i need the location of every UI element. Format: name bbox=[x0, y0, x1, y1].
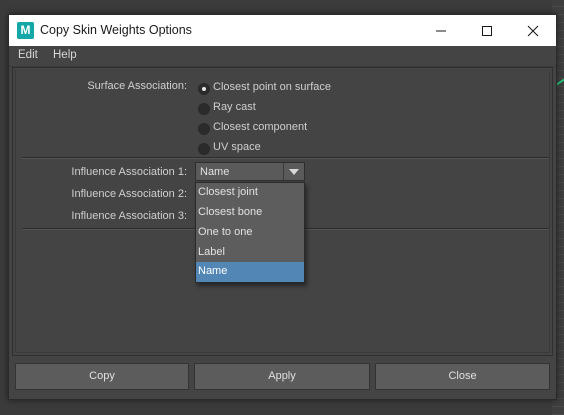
dropdown-item-label: Name bbox=[198, 265, 228, 277]
apply-button[interactable]: Apply bbox=[194, 363, 370, 390]
menu-bar: Edit Help bbox=[9, 46, 556, 67]
close-button[interactable]: Close bbox=[375, 363, 550, 390]
influence-association-1-combo[interactable]: Name bbox=[195, 162, 305, 181]
dropdown-item-label-option[interactable]: Label bbox=[196, 243, 304, 263]
radio-button-selected[interactable] bbox=[198, 83, 210, 95]
dropdown-item-closest-bone[interactable]: Closest bone bbox=[196, 203, 304, 223]
dropdown-item-name[interactable]: Name bbox=[196, 262, 304, 282]
title-bar[interactable]: M Copy Skin Weights Options bbox=[9, 15, 556, 46]
radio-label: Closest component bbox=[213, 121, 308, 133]
minimize-button[interactable] bbox=[418, 15, 464, 46]
maximize-button[interactable] bbox=[464, 15, 510, 46]
dropdown-item-one-to-one[interactable]: One to one bbox=[196, 223, 304, 243]
menu-help[interactable]: Help bbox=[53, 49, 77, 61]
radio-button[interactable] bbox=[198, 103, 210, 115]
influence-association-3-label: Influence Association 3: bbox=[71, 210, 187, 222]
close-window-button[interactable] bbox=[510, 15, 556, 46]
close-icon bbox=[527, 25, 539, 36]
chevron-down-icon bbox=[289, 169, 299, 175]
maximize-icon bbox=[482, 25, 492, 36]
radio-label: Closest point on surface bbox=[213, 81, 332, 93]
copy-skin-weights-dialog: M Copy Skin Weights Options Edit Help Su… bbox=[8, 14, 557, 400]
radio-label: UV space bbox=[213, 141, 261, 153]
radio-button[interactable] bbox=[198, 123, 210, 135]
combo-value: Name bbox=[200, 166, 230, 178]
section-separator bbox=[22, 157, 549, 159]
influence-association-2-label: Influence Association 2: bbox=[71, 188, 187, 200]
maya-app-icon: M bbox=[17, 22, 34, 39]
influence-association-dropdown: Closest joint Closest bone One to one La… bbox=[195, 182, 305, 283]
radio-label: Ray cast bbox=[213, 101, 256, 113]
dropdown-item-label: Closest bone bbox=[198, 206, 263, 218]
dropdown-item-closest-joint[interactable]: Closest joint bbox=[196, 183, 304, 203]
radio-button[interactable] bbox=[198, 143, 210, 155]
dropdown-item-label: Label bbox=[198, 246, 225, 258]
dropdown-item-label: Closest joint bbox=[198, 186, 258, 198]
surface-association-label: Surface Association: bbox=[87, 80, 187, 92]
combo-dropdown-button[interactable] bbox=[283, 163, 304, 180]
menu-edit[interactable]: Edit bbox=[18, 49, 38, 61]
copy-button[interactable]: Copy bbox=[15, 363, 189, 390]
minimize-icon bbox=[436, 30, 446, 31]
dropdown-item-label: One to one bbox=[198, 226, 253, 238]
window-title: Copy Skin Weights Options bbox=[40, 23, 192, 37]
influence-association-1-label: Influence Association 1: bbox=[71, 166, 187, 178]
